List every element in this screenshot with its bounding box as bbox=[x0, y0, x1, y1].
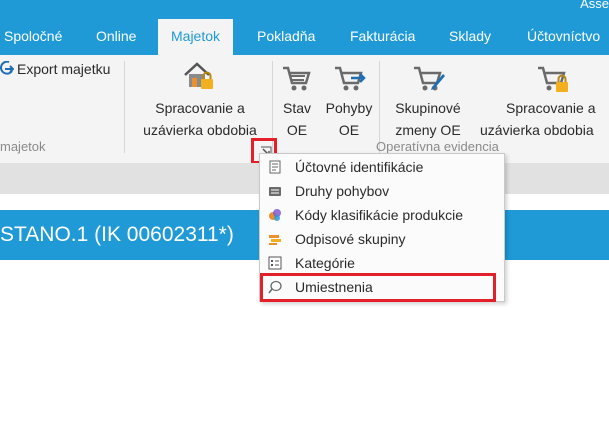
depreciation-icon bbox=[269, 235, 281, 245]
stav-oe-line1: Stav bbox=[282, 100, 311, 116]
cart-icon bbox=[283, 66, 311, 91]
cart-lock-icon bbox=[538, 66, 568, 92]
window-title: Asse bbox=[580, 0, 609, 11]
classification-icon bbox=[269, 209, 281, 221]
spracovanie-oe-line2: uzávierka obdobia bbox=[480, 122, 594, 137]
export-icon bbox=[0, 61, 14, 75]
ribbon-separator bbox=[124, 61, 125, 153]
export-majetku-button[interactable]: Export majetku bbox=[0, 58, 122, 82]
menu-item-label: Kategórie bbox=[295, 255, 355, 271]
skupinove-zmeny-button[interactable]: Skupinové zmeny OE bbox=[384, 59, 472, 138]
cart-edit-icon bbox=[414, 66, 445, 91]
menu-item-druhy-pohybov[interactable]: Druhy pohybov bbox=[260, 180, 504, 204]
group-label-operativna: Operatívna evidencia bbox=[376, 139, 499, 154]
spracovanie-uzavierka-button[interactable]: Spracovanie a uzávierka obdobia bbox=[130, 59, 270, 138]
menu-item-label: Účtovné identifikácie bbox=[295, 159, 424, 175]
menu-item-label: Druhy pohybov bbox=[295, 183, 390, 199]
pohyby-oe-button[interactable]: Pohyby OE bbox=[322, 59, 376, 138]
document-icon bbox=[269, 160, 281, 174]
highlight-box-umiestnenia bbox=[260, 273, 496, 302]
spracovanie-line2: uzávierka obdobia bbox=[143, 122, 257, 138]
menu-item-odpisove-skupiny[interactable]: Odpisové skupiny bbox=[260, 228, 504, 252]
ribbon-tab-bar: Asse Spoločné Online Majetok Pokladňa Fa… bbox=[0, 0, 609, 55]
tab-sklady[interactable]: Sklady bbox=[449, 19, 491, 55]
cart-arrow-icon bbox=[335, 66, 366, 91]
pohyby-oe-line2: OE bbox=[338, 122, 360, 138]
ribbon-panel: Export majetku Spracovanie a uzávierka o… bbox=[0, 55, 609, 163]
skupinove-line1: Skupinové bbox=[395, 100, 461, 116]
skupinove-line2: zmeny OE bbox=[395, 122, 461, 138]
menu-item-label: Odpisové skupiny bbox=[295, 231, 406, 247]
company-banner-text: STANO.1 (IK 00602311*) bbox=[0, 223, 234, 246]
tab-pokladna[interactable]: Pokladňa bbox=[257, 19, 315, 55]
menu-item-kody-klasifikacie[interactable]: Kódy klasifikácie produkcie bbox=[260, 204, 504, 228]
stav-oe-line2: OE bbox=[286, 122, 308, 138]
house-lock-icon bbox=[184, 62, 213, 89]
stav-oe-button[interactable]: Stav OE bbox=[276, 59, 318, 138]
spracovanie-uzavierka-oe-button[interactable]: Spracovanie a uzávierka obdobia bbox=[478, 59, 609, 137]
tab-majetok[interactable]: Majetok bbox=[158, 19, 234, 55]
menu-item-uctovne-identifikacie[interactable]: Účtovné identifikácie bbox=[260, 156, 504, 180]
spracovanie-line1: Spracovanie a bbox=[155, 100, 245, 116]
list-icon bbox=[269, 187, 281, 196]
tab-spolocne[interactable]: Spoločné bbox=[4, 19, 62, 55]
category-icon bbox=[268, 256, 282, 270]
tab-online[interactable]: Online bbox=[96, 19, 136, 55]
spracovanie-oe-line1: Spracovanie a bbox=[506, 100, 596, 116]
pohyby-oe-line1: Pohyby bbox=[325, 100, 373, 116]
tab-fakturacia[interactable]: Fakturácia bbox=[350, 19, 415, 55]
tab-uctovnictvo[interactable]: Účtovníctvo bbox=[527, 19, 600, 55]
export-majetku-label: Export majetku bbox=[17, 61, 111, 77]
group-label-majetok: majetok bbox=[0, 139, 46, 154]
menu-item-label: Kódy klasifikácie produkcie bbox=[295, 207, 464, 223]
